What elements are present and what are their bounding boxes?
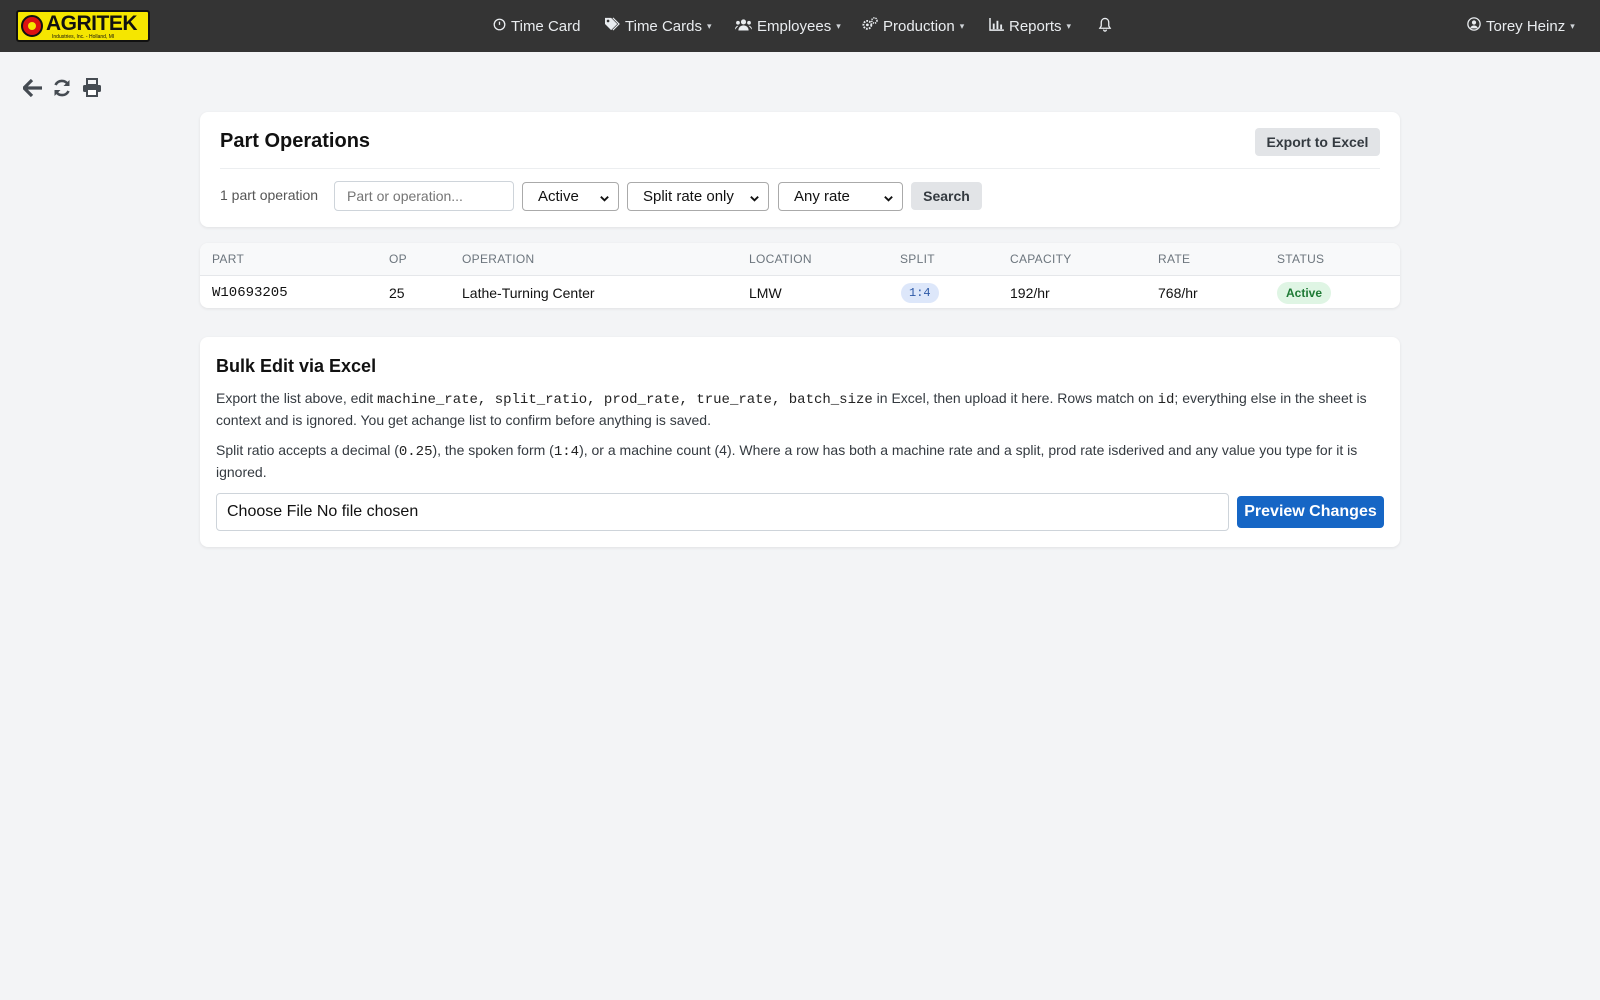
caret-down-icon: ▾ — [706, 20, 712, 31]
top-navbar: AGRITEK Industries, Inc. - Holland, MI T… — [0, 0, 1600, 52]
nav-time-card-label: Time Card — [511, 17, 581, 35]
users-icon — [735, 18, 752, 35]
col-header-split: SPLIT — [900, 252, 935, 266]
refresh-button[interactable] — [50, 78, 74, 102]
user-circle-icon — [1467, 17, 1481, 35]
back-button[interactable] — [21, 78, 45, 102]
col-header-op: OP — [389, 252, 407, 266]
cell-part[interactable]: W10693205 — [212, 285, 288, 301]
nav-production-label: Production — [883, 17, 955, 35]
instr-code-id: id — [1157, 392, 1175, 408]
status-badge: Active — [1277, 282, 1332, 304]
note-code-decimal: 0.25 — [398, 444, 433, 460]
caret-down-icon: ▾ — [1570, 20, 1575, 31]
cell-op: 25 — [389, 285, 405, 301]
user-name: Torey Heinz — [1486, 17, 1566, 35]
preview-changes-button[interactable]: Preview Changes — [1237, 496, 1384, 528]
note-code-count: 4 — [719, 442, 727, 458]
instr-text-1: Export the list above, edit — [216, 390, 378, 406]
status-filter-select[interactable]: Active — [522, 182, 619, 211]
split-badge: 1:4 — [901, 283, 939, 303]
file-upload-input[interactable]: Choose File No file chosen — [216, 493, 1229, 531]
instr-code-fields: machine_rate, split_ratio, prod_rate, tr… — [377, 392, 873, 408]
bar-chart-icon — [989, 17, 1004, 35]
note-text-1: Split ratio accepts a decimal ( — [216, 442, 399, 458]
nav-time-card[interactable]: Time Card — [493, 0, 580, 52]
col-header-operation: OPERATION — [462, 252, 535, 266]
rate-filter-value: Any rate — [794, 188, 850, 205]
notifications-button[interactable] — [1098, 0, 1117, 52]
bell-icon — [1098, 17, 1112, 36]
note-text-3: ), or a machine count ( — [579, 442, 720, 458]
nav-reports[interactable]: Reports ▾ — [989, 0, 1071, 52]
bulk-edit-instructions: Export the list above, edit machine_rate… — [216, 388, 1376, 430]
gears-icon — [862, 17, 878, 35]
cell-capacity: 192/hr — [1010, 285, 1050, 301]
nav-employees[interactable]: Employees ▾ — [735, 0, 841, 52]
back-arrow-icon — [22, 78, 43, 102]
note-code-ratio: 1:4 — [553, 444, 580, 460]
cell-rate: 768/hr — [1158, 285, 1198, 301]
col-header-location: LOCATION — [749, 252, 812, 266]
chevron-down-icon — [599, 191, 610, 208]
split-filter-select[interactable]: Split rate only — [627, 182, 769, 211]
split-ratio-note: Split ratio accepts a decimal (0.25), th… — [216, 440, 1376, 482]
cell-operation: Lathe-Turning Center — [462, 285, 595, 301]
chevron-down-icon — [883, 191, 894, 208]
user-menu[interactable]: Torey Heinz ▾ — [1467, 0, 1575, 52]
agritek-logo[interactable]: AGRITEK Industries, Inc. - Holland, MI — [16, 10, 150, 42]
bulk-edit-title: Bulk Edit via Excel — [216, 356, 377, 376]
export-to-excel-button[interactable]: Export to Excel — [1255, 128, 1380, 156]
caret-down-icon: ▾ — [1066, 20, 1072, 31]
nav-time-cards[interactable]: Time Cards ▾ — [604, 0, 712, 52]
chevron-down-icon — [749, 191, 760, 208]
print-icon — [82, 78, 102, 102]
logo-text: AGRITEK — [46, 12, 138, 35]
caret-down-icon: ▾ — [959, 20, 965, 31]
instr-text-2: in Excel, then upload it here. Rows matc… — [872, 390, 1158, 406]
print-button[interactable] — [80, 78, 104, 102]
status-filter-value: Active — [538, 188, 579, 205]
result-count: 1 part operation — [220, 187, 319, 203]
tags-icon — [604, 17, 620, 35]
nav-reports-label: Reports — [1009, 17, 1062, 35]
nav-production[interactable]: Production ▾ — [862, 0, 964, 52]
card-divider — [220, 168, 1380, 169]
search-input[interactable] — [334, 181, 514, 211]
col-header-part: PART — [212, 252, 245, 266]
clock-icon — [493, 18, 506, 35]
split-filter-value: Split rate only — [643, 188, 734, 205]
logo-emblem-icon — [21, 15, 43, 37]
logo-tagline: Industries, Inc. - Holland, MI — [52, 34, 115, 40]
note-text-2: ), the spoken form ( — [432, 442, 554, 458]
refresh-icon — [52, 78, 72, 103]
page-title: Part Operations — [220, 130, 371, 152]
rate-filter-select[interactable]: Any rate — [778, 182, 903, 211]
col-header-status: STATUS — [1277, 252, 1325, 266]
nav-employees-label: Employees — [757, 17, 832, 35]
col-header-capacity: CAPACITY — [1010, 252, 1072, 266]
search-button[interactable]: Search — [911, 182, 982, 210]
nav-time-cards-label: Time Cards — [625, 17, 702, 35]
col-header-rate: RATE — [1158, 252, 1191, 266]
caret-down-icon: ▾ — [836, 20, 841, 31]
cell-location: LMW — [749, 285, 782, 301]
